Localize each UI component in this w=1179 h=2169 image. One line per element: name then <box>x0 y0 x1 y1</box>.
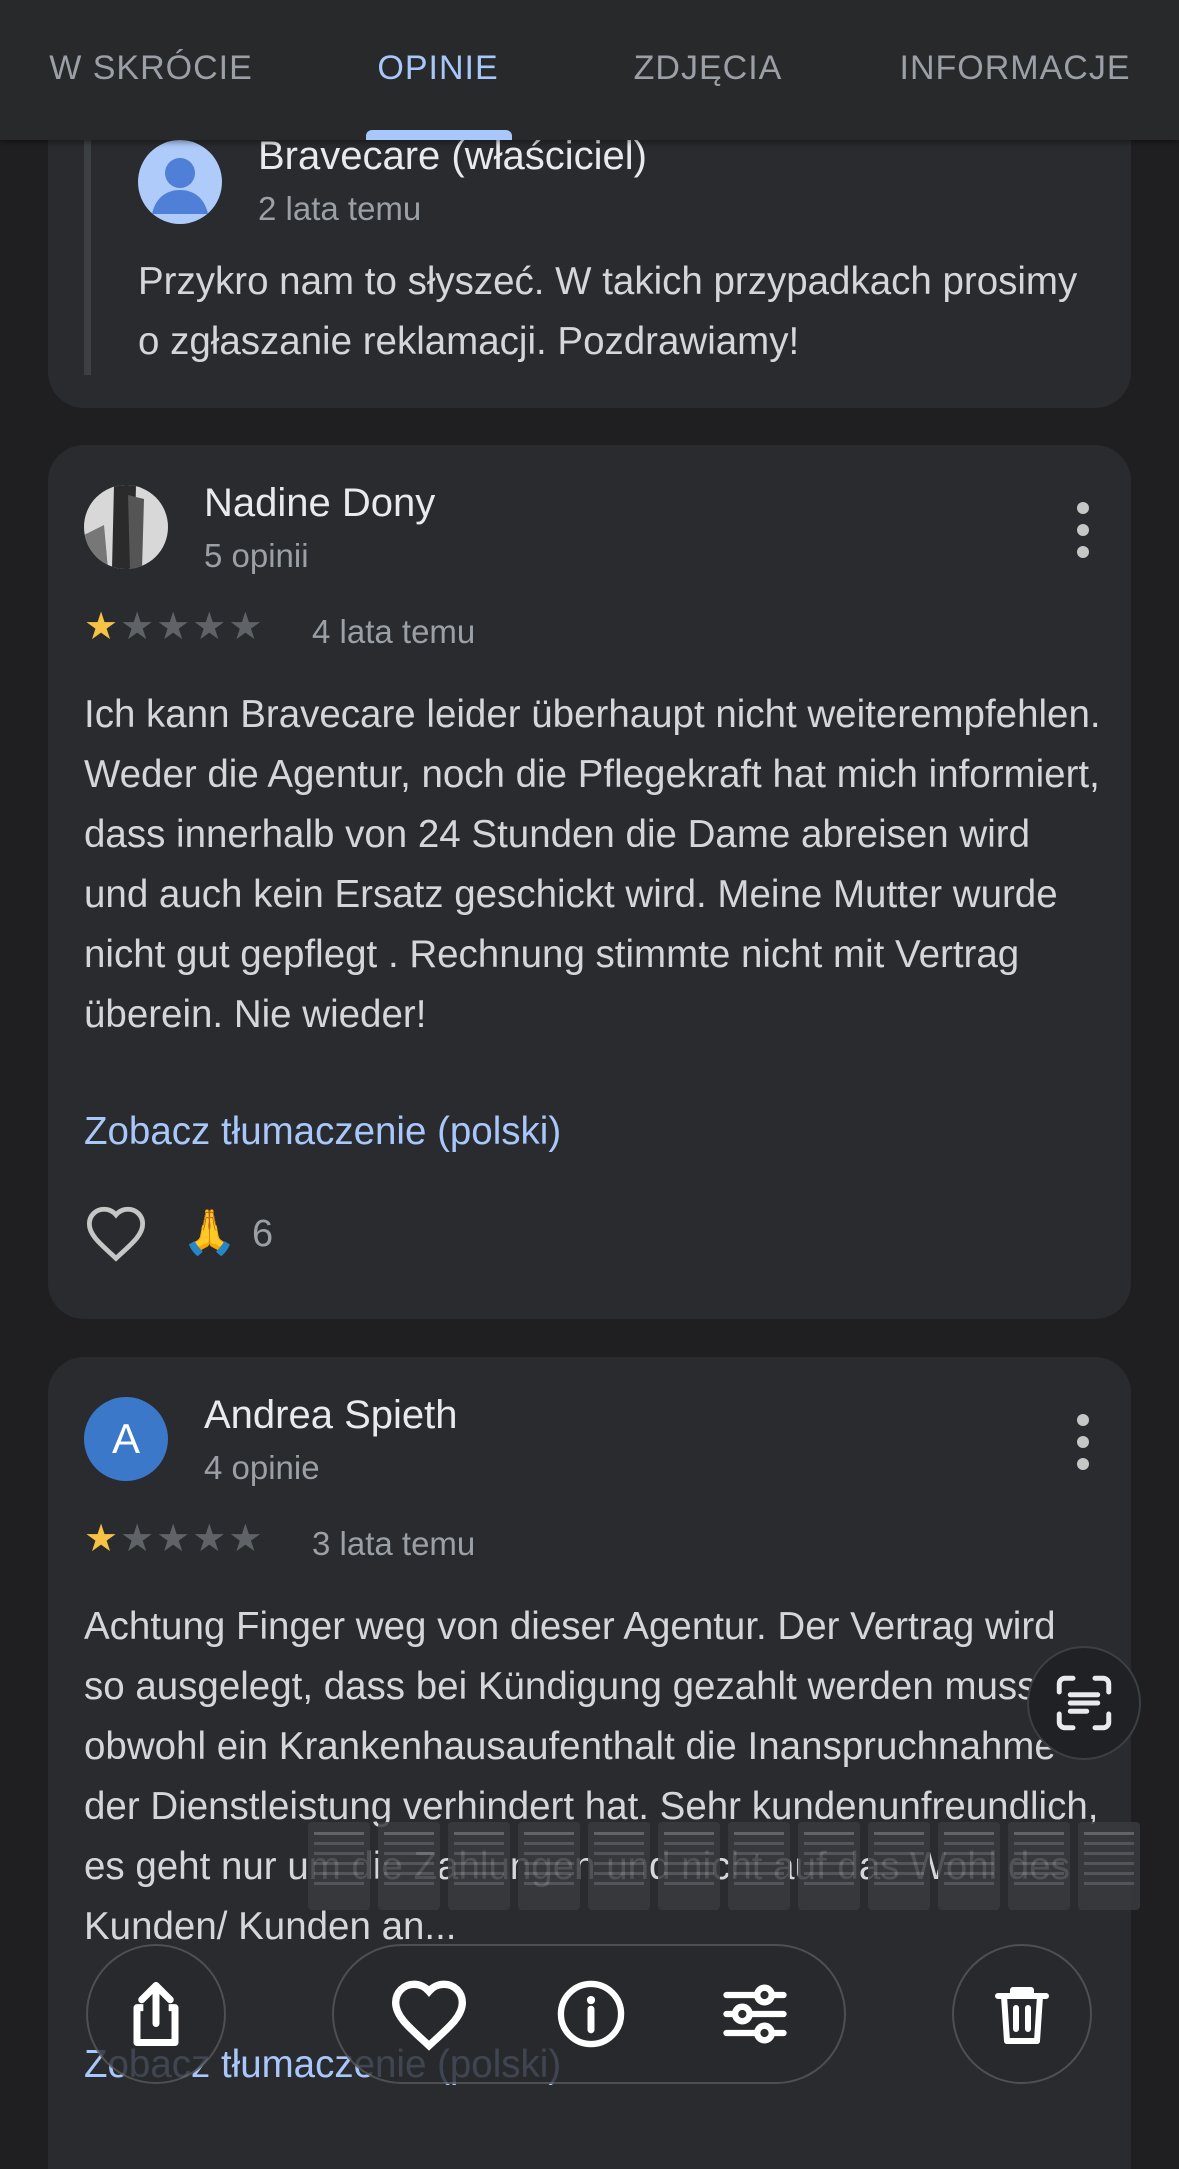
delete-button[interactable] <box>952 1944 1092 2084</box>
heart-outline-icon <box>86 1206 146 1262</box>
more-vert-icon[interactable] <box>1058 1412 1108 1482</box>
profile-photo-icon <box>84 485 168 569</box>
reviewer-review-count: 4 opinie <box>204 1449 320 1486</box>
tab-about[interactable]: INFORMACJE <box>880 0 1150 140</box>
thumbnail[interactable] <box>1078 1822 1140 1910</box>
trash-icon <box>995 1987 1049 2044</box>
sliders-icon <box>723 1984 787 2044</box>
reply-quote-bar <box>84 140 91 375</box>
reviewer-name[interactable]: Nadine Dony <box>204 481 435 526</box>
tab-overview[interactable]: W SKRÓCIE <box>20 0 282 140</box>
tab-active-indicator <box>366 130 512 140</box>
thumbnail[interactable] <box>868 1822 930 1910</box>
thumbnail[interactable] <box>728 1822 790 1910</box>
review-time: 3 lata temu <box>312 1525 476 1562</box>
reviewer-review-count: 5 opinii <box>204 537 309 574</box>
translate-link[interactable]: Zobacz tłumaczenie (polski) <box>84 1110 561 1154</box>
reviewer-avatar[interactable]: A <box>84 1397 168 1481</box>
text-scan-button[interactable] <box>1027 1646 1141 1760</box>
person-avatar-icon <box>152 158 208 214</box>
share-icon <box>133 1982 179 2046</box>
text-scan-icon <box>1056 1675 1112 1731</box>
star-icon: ★ <box>228 1518 263 1560</box>
heart-icon <box>391 1980 467 2051</box>
star-icon: ★ <box>156 1518 191 1560</box>
more-vert-icon[interactable] <box>1058 500 1108 570</box>
reaction-count: 6 <box>252 1213 274 1255</box>
star-icon: ★ <box>120 606 155 648</box>
top-tab-bar: W SKRÓCIE OPINIE ZDJĘCIA INFORMACJE <box>0 0 1179 140</box>
owner-avatar <box>138 140 222 224</box>
thumbnail[interactable] <box>938 1822 1000 1910</box>
thumbnail[interactable] <box>588 1822 650 1910</box>
thumbnail[interactable] <box>378 1822 440 1910</box>
tab-reviews[interactable]: OPINIE <box>330 0 546 140</box>
tab-photos[interactable]: ZDJĘCIA <box>600 0 816 140</box>
favorite-button[interactable] <box>364 1946 494 2082</box>
star-icon: ★ <box>84 606 119 648</box>
owner-reply-text: Przykro nam to słyszeć. W takich przypad… <box>138 260 1078 363</box>
star-rating: ★ ★ ★ ★ ★ <box>84 1519 262 1559</box>
reaction-emoji[interactable]: 🙏 <box>182 1205 237 1261</box>
star-icon: ★ <box>156 606 191 648</box>
like-button[interactable] <box>84 1203 148 1263</box>
photo-thumbnail-strip[interactable] <box>308 1822 1168 1914</box>
thumbnail[interactable] <box>518 1822 580 1910</box>
thumbnail[interactable] <box>308 1822 370 1910</box>
review-card: Nadine Dony 5 opinii ★ ★ ★ ★ ★ 4 lata te… <box>48 445 1131 1319</box>
photo-action-bar <box>332 1944 846 2084</box>
thumbnail[interactable] <box>658 1822 720 1910</box>
reviewer-avatar[interactable] <box>84 485 168 569</box>
share-button[interactable] <box>86 1944 226 2084</box>
reviewer-name[interactable]: Andrea Spieth <box>204 1393 458 1438</box>
info-button[interactable] <box>526 1946 656 2082</box>
star-icon: ★ <box>120 1518 155 1560</box>
thumbnail[interactable] <box>448 1822 510 1910</box>
review-text: Ich kann Bravecare leider überhaupt nich… <box>84 693 1101 1036</box>
adjust-button[interactable] <box>690 1946 820 2082</box>
info-icon <box>557 1980 625 2048</box>
owner-name: Bravecare (właściciel) <box>258 134 647 178</box>
star-icon: ★ <box>228 606 263 648</box>
star-icon: ★ <box>192 1518 227 1560</box>
star-rating: ★ ★ ★ ★ ★ <box>84 607 262 647</box>
thumbnail[interactable] <box>1008 1822 1070 1910</box>
star-icon: ★ <box>84 1518 119 1560</box>
star-icon: ★ <box>192 606 227 648</box>
owner-reply-time: 2 lata temu <box>258 190 422 227</box>
review-time: 4 lata temu <box>312 613 476 650</box>
thumbnail[interactable] <box>798 1822 860 1910</box>
